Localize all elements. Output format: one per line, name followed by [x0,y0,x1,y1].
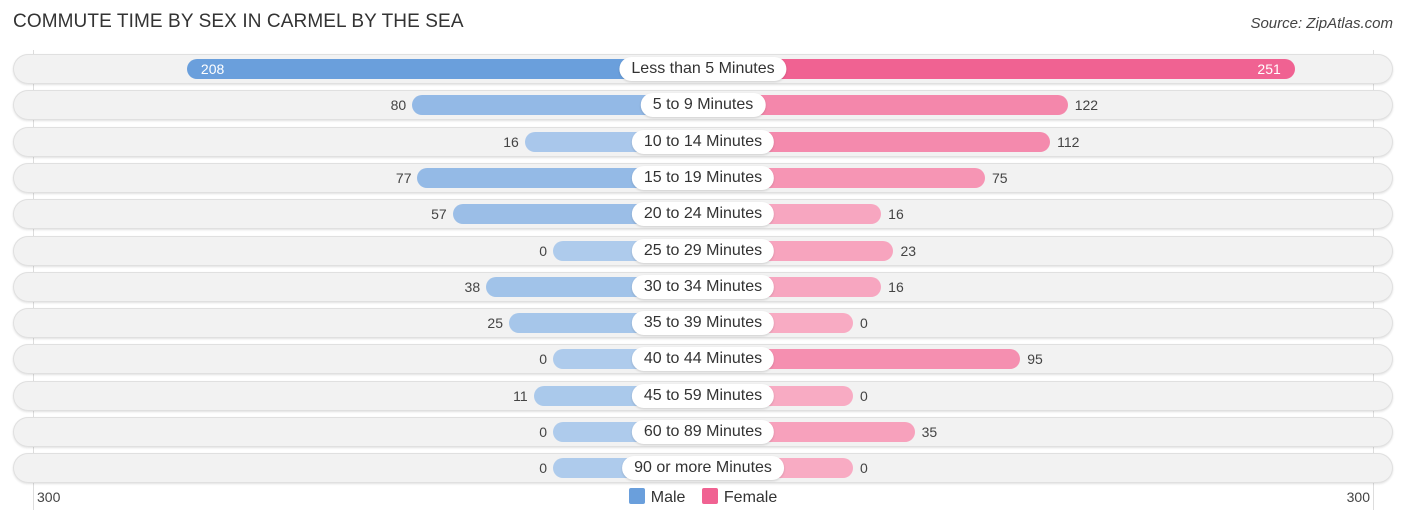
category-label: 35 to 39 Minutes [631,311,775,336]
category-label: 90 or more Minutes [622,456,784,481]
female-swatch [701,488,718,504]
category-label: Less than 5 Minutes [619,57,787,81]
female-value-label: 0 [860,387,868,404]
category-label: 10 to 14 Minutes [631,129,775,154]
male-swatch [628,488,645,504]
male-value-label: 0 [539,424,547,440]
male-value-label: 208 [200,61,225,77]
category-label: 40 to 44 Minutes [631,347,775,372]
female-value-label: 112 [1057,133,1080,150]
category-label: 20 to 24 Minutes [631,202,775,227]
female-value-label: 35 [921,424,938,440]
category-label: 25 to 29 Minutes [631,238,775,263]
legend: Male Female [0,488,1406,507]
female-value-label: 75 [992,169,1008,186]
male-value-label: 25 [487,315,503,332]
male-value-label: 77 [395,169,412,186]
female-bar[interactable] [703,59,1295,79]
male-value-label: 0 [539,460,547,477]
male-value-label: 0 [539,351,547,368]
legend-item-male[interactable]: Male [628,488,685,507]
male-value-label: 38 [464,278,481,295]
female-value-label: 122 [1074,97,1099,114]
female-value-label: 23 [900,242,917,259]
chart-title: COMMUTE TIME BY SEX IN CARMEL BY THE SEA [13,11,464,32]
male-value-label: 11 [513,387,528,404]
category-label: 45 to 59 Minutes [631,383,775,408]
category-label: 15 to 19 Minutes [631,165,775,190]
category-label: 30 to 34 Minutes [631,274,775,299]
female-value-label: 16 [888,278,904,295]
category-label: 60 to 89 Minutes [631,420,775,444]
female-value-label: 0 [860,315,868,332]
female-value-label: 0 [860,460,868,477]
legend-item-female[interactable]: Female [701,488,777,507]
category-label: 5 to 9 Minutes [640,93,766,118]
female-value-label: 95 [1027,351,1043,368]
female-value-label: 251 [1257,61,1281,77]
male-value-label: 80 [390,97,407,114]
male-value-label: 16 [503,133,519,150]
male-value-label: 57 [431,206,447,223]
female-value-label: 16 [888,206,904,223]
source-credit: Source: ZipAtlas.com [1250,15,1393,32]
male-value-label: 0 [539,242,547,259]
